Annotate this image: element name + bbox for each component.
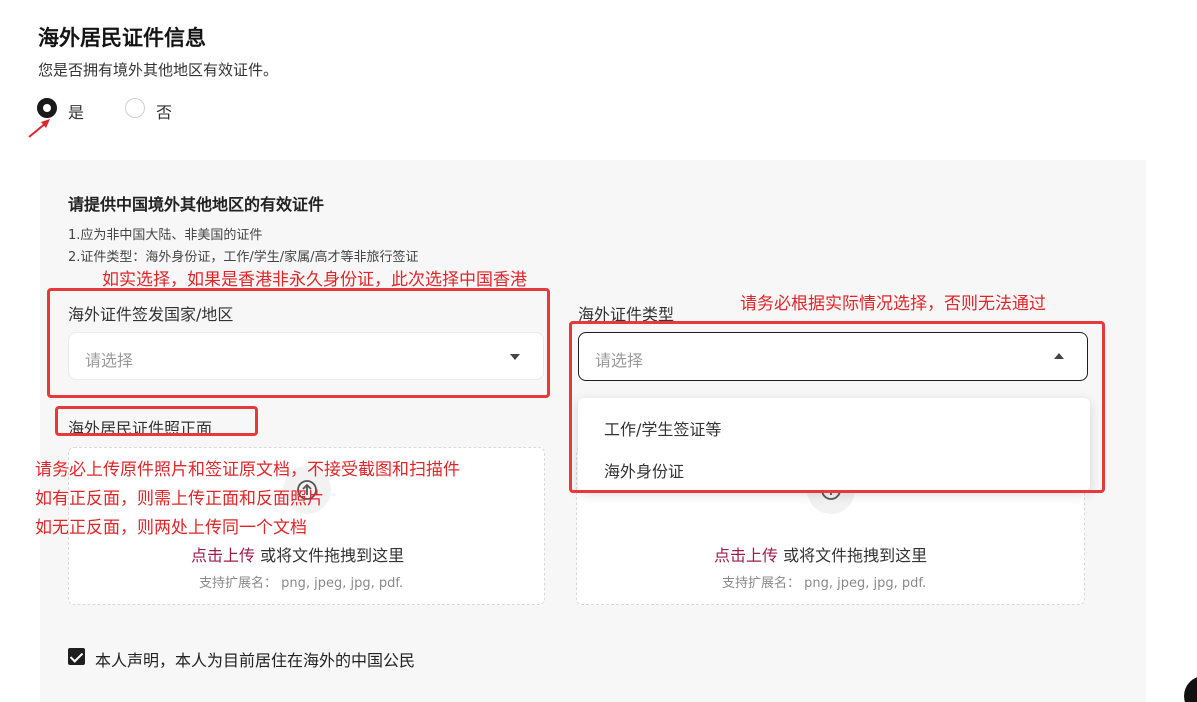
annotation-box-type <box>569 321 1105 493</box>
panel-title: 请提供中国境外其他地区的有效证件 <box>68 195 325 214</box>
back-upload-text: 点击上传 或将文件拖拽到这里 <box>714 542 927 566</box>
radio-no[interactable] <box>125 98 145 118</box>
annotation-upload-note-1: 请务必上传原件照片和签证原文档，不接受截图和扫描件 <box>35 460 460 480</box>
annotation-box-front-label <box>55 406 258 436</box>
front-upload-link[interactable]: 点击上传 <box>191 546 255 565</box>
back-upload-hint: 支持扩展名： png, jpeg, jpg, pdf. <box>722 576 927 591</box>
front-upload-drag-text: 或将文件拖拽到这里 <box>260 546 405 565</box>
annotation-upload-note-3: 如无正反面，则两处上传同一个文档 <box>35 518 307 538</box>
radio-no-label: 否 <box>156 103 173 122</box>
section-title: 海外居民证件信息 <box>38 26 206 50</box>
annotation-type-note: 请务必根据实际情况选择，否则无法通过 <box>740 294 1046 314</box>
back-upload-drag-text: 或将文件拖拽到这里 <box>783 546 928 565</box>
radio-yes-label: 是 <box>68 103 85 122</box>
panel-note-1: 1.应为非中国大陆、非美国的证件 <box>68 228 263 243</box>
front-upload-text: 点击上传 或将文件拖拽到这里 <box>191 542 404 566</box>
front-upload-hint: 支持扩展名： png, jpeg, jpg, pdf. <box>199 576 404 591</box>
annotation-arrow <box>28 119 50 138</box>
declaration-label: 本人声明，本人为目前居住在海外的中国公民 <box>95 651 416 670</box>
back-upload-link[interactable]: 点击上传 <box>714 546 778 565</box>
annotation-country-note: 如实选择，如果是香港非永久身份证，此次选择中国香港 <box>102 270 527 290</box>
annotation-upload-note-2: 如有正反面，则需上传正面和反面照片 <box>35 489 324 509</box>
section-question: 您是否拥有境外其他地区有效证件。 <box>38 61 279 79</box>
annotation-box-country <box>47 288 550 398</box>
floating-help-button[interactable] <box>1184 676 1197 702</box>
declaration-checkbox[interactable] <box>68 648 85 665</box>
panel-note-2: 2.证件类型：海外身份证，工作/学生/家属/高才等非旅行签证 <box>68 250 419 265</box>
